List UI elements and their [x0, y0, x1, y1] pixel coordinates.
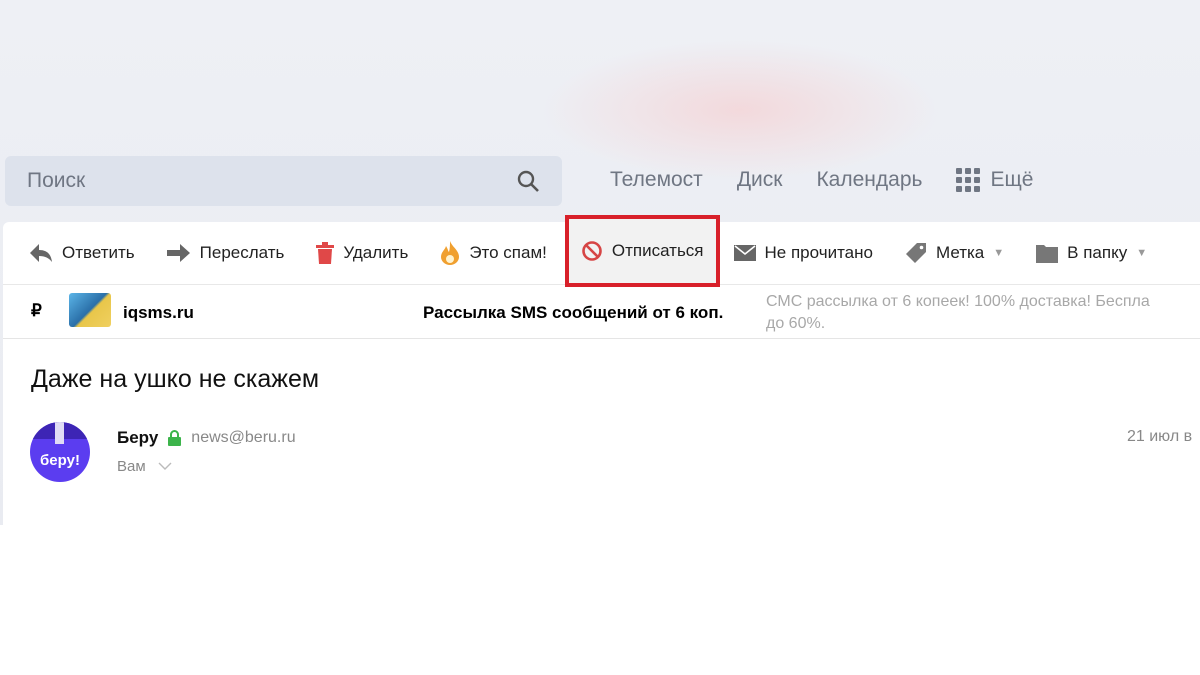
mark-unread-button[interactable]: Не прочитано [733, 222, 873, 285]
block-icon [582, 241, 602, 261]
advertiser-name[interactable]: iqsms.ru [123, 303, 194, 323]
forward-label: Переслать [199, 243, 285, 262]
unsubscribe-label: Отписаться [611, 241, 704, 260]
nav-more-label: Ещё [990, 168, 1034, 191]
advertiser-logo [69, 293, 111, 327]
nav-disk[interactable]: Диск [737, 168, 783, 192]
reply-button[interactable]: Ответить [29, 222, 135, 285]
delete-label: Удалить [343, 243, 409, 262]
ad-banner[interactable]: ₽ iqsms.ru Рассылка SMS сообщений от 6 к… [3, 285, 1200, 339]
toolbar: Ответить Переслать Удалить Это спам! Отп… [3, 215, 1200, 287]
sender-line: Беру news@beru.ru [117, 428, 296, 448]
spam-button[interactable]: Это спам! [440, 222, 547, 285]
avatar-text: беру! [40, 452, 80, 469]
delete-button[interactable]: Удалить [316, 222, 408, 285]
folder-label: В папку [1067, 243, 1128, 262]
move-to-folder-dropdown[interactable]: В папку ▼ [1036, 222, 1147, 285]
ruble-icon: ₽ [31, 301, 42, 320]
spam-label: Это спам! [469, 243, 547, 262]
forward-arrow-icon [166, 244, 190, 262]
label-label: Метка [935, 243, 985, 262]
ad-description: СМС рассылка от 6 копеек! 100% доставка!… [766, 291, 1200, 335]
lock-icon [168, 430, 182, 446]
unread-label: Не прочитано [764, 243, 873, 262]
background-blur [540, 40, 940, 180]
caret-down-icon: ▼ [1136, 247, 1148, 259]
sender-email[interactable]: news@beru.ru [191, 429, 295, 447]
fire-icon [441, 241, 460, 265]
reply-icon [30, 244, 52, 262]
sender-name[interactable]: Беру [117, 428, 158, 448]
ad-description-line2: до 60%. [766, 315, 826, 332]
chevron-down-icon [158, 462, 172, 470]
ad-title[interactable]: Рассылка SMS сообщений от 6 коп. [423, 303, 723, 323]
nav-more[interactable]: Ещё [956, 168, 1034, 193]
top-nav: Телемост Диск Календарь Ещё [610, 168, 1034, 193]
sender-avatar: беру! [30, 422, 90, 482]
caret-down-icon: ▼ [993, 247, 1005, 259]
recipients-toggle[interactable]: Вам [117, 458, 172, 475]
trash-icon [316, 242, 335, 264]
ad-description-line1: СМС рассылка от 6 копеек! 100% доставка!… [766, 293, 1150, 310]
nav-calendar[interactable]: Календарь [816, 168, 922, 192]
search-icon[interactable] [516, 169, 540, 193]
apps-grid-icon [956, 168, 981, 193]
folder-icon [1036, 245, 1059, 263]
message-date: 21 июл в [1127, 428, 1193, 445]
message-subject: Даже на ушко не скажем [31, 365, 320, 393]
nav-telemost[interactable]: Телемост [610, 168, 703, 192]
envelope-icon [733, 245, 756, 261]
forward-button[interactable]: Переслать [166, 222, 285, 285]
tag-icon [905, 243, 926, 263]
unsubscribe-button[interactable]: Отписаться [564, 215, 720, 287]
label-dropdown[interactable]: Метка ▼ [905, 222, 1004, 285]
reply-label: Ответить [62, 243, 135, 262]
recipient-label: Вам [117, 458, 146, 475]
search-input[interactable]: Поиск [5, 156, 562, 206]
search-placeholder: Поиск [27, 169, 86, 192]
message-panel: Ответить Переслать Удалить Это спам! Отп… [3, 215, 1200, 525]
